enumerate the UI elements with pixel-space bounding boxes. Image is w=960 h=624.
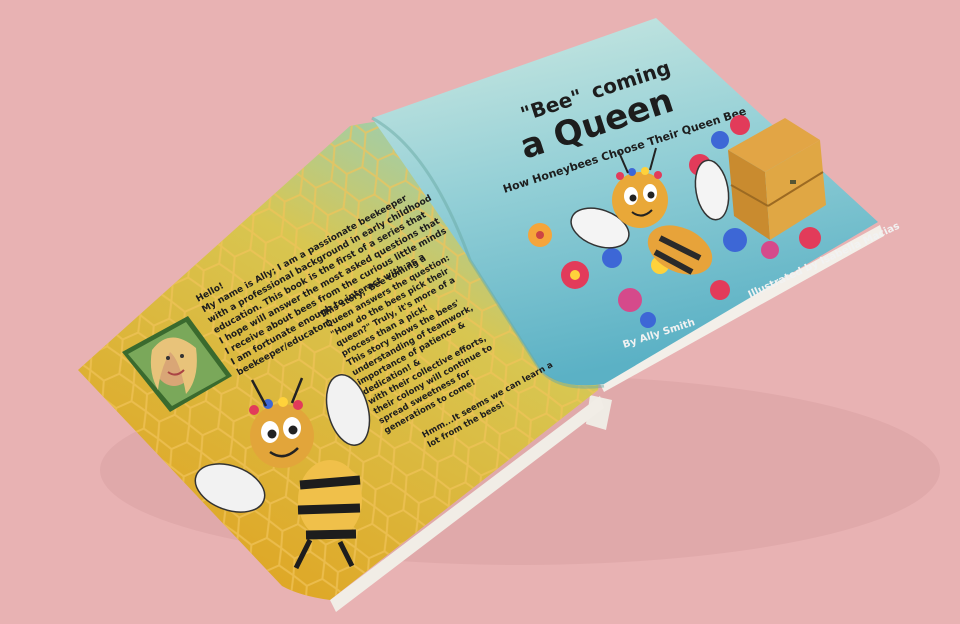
book-mockup-scene: "Bee" coming a Queen How Honeybees Choos… (78, 18, 940, 612)
